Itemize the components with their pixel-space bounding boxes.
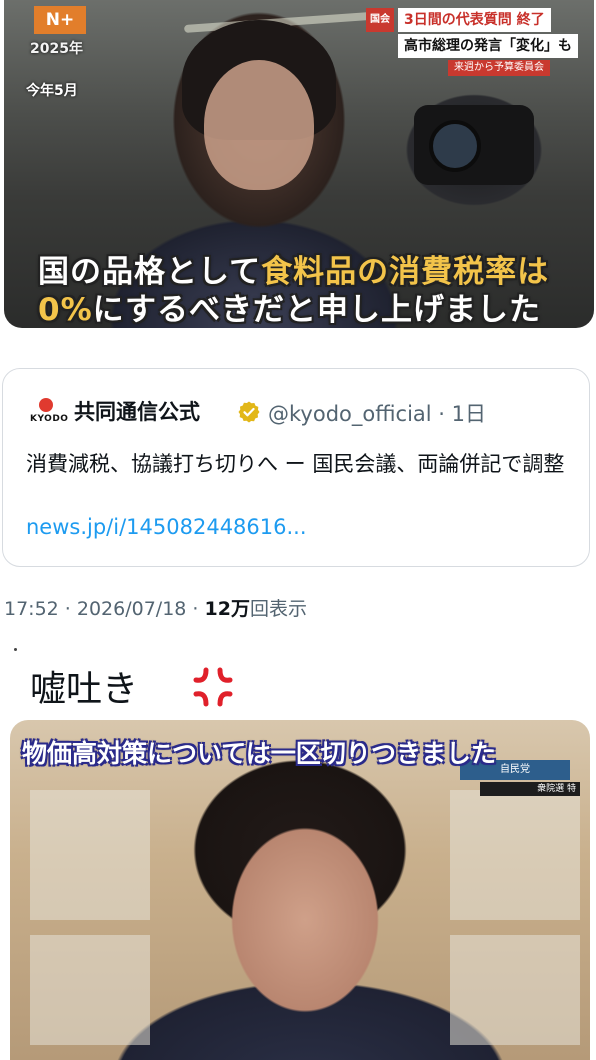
- reply-caption: 嘘吐き: [30, 669, 139, 710]
- background-panel: [30, 790, 150, 920]
- view-label: 回表示: [249, 598, 307, 620]
- verified-badge-icon: [238, 401, 260, 423]
- video-subtitle: 物価高対策については一区切りつきました: [22, 739, 497, 768]
- quoted-post-text: 消費減税、協議打ち切りへ ー 国民会議、両論併記で調整: [26, 452, 565, 476]
- post-timestamp[interactable]: 17:52 · 2026/07/18 ·: [4, 598, 205, 620]
- ticker-line-1: 3日間の代表質問 終了: [398, 8, 551, 32]
- background-panel: [30, 935, 150, 1045]
- video-subtitle-line-2: 0%にするべきだと申し上げました: [38, 284, 541, 328]
- quoted-handle-time[interactable]: @kyodo_official · 1日: [268, 398, 486, 428]
- kyodo-logo-mark: [39, 398, 53, 412]
- news-video-frame-bottom[interactable]: 自民党 衆院選 特: [10, 720, 590, 1060]
- anger-symbol-icon: [193, 667, 233, 707]
- quoted-display-name[interactable]: 共同通信公式: [74, 396, 200, 426]
- background-panel: [450, 790, 580, 920]
- news-video-frame-top[interactable]: N+ 2025年 今年5月 国会 3日間の代表質問 終了 高市総理の発言「変化」…: [4, 0, 594, 328]
- post-meta: 17:52 · 2026/07/18 · 12万回表示: [4, 594, 307, 621]
- ticker-line-2: 高市総理の発言「変化」も: [398, 34, 578, 58]
- subtitle-highlight: 0%: [38, 292, 93, 328]
- person-face: [204, 60, 314, 190]
- background-panel: [450, 935, 580, 1045]
- subtitle-text: にするべきだと申し上げました: [92, 292, 541, 328]
- year-label: 2025年: [30, 41, 83, 57]
- month-label: 今年5月: [26, 83, 78, 99]
- ticker-line-3: 来週から予算委員会: [448, 60, 550, 76]
- stray-dot: [14, 648, 17, 651]
- kyodo-avatar-icon[interactable]: KYODO: [30, 398, 68, 428]
- ticker-tag: 国会: [366, 8, 394, 32]
- kyodo-logo-text: KYODO: [30, 414, 69, 424]
- camera-lens: [429, 120, 481, 172]
- quoted-post-link[interactable]: news.jp/i/145082448616...: [26, 515, 307, 539]
- channel-logo: N+: [34, 6, 86, 34]
- view-count: 12万: [204, 598, 250, 620]
- broadcast-badge-2: 衆院選 特: [480, 782, 580, 796]
